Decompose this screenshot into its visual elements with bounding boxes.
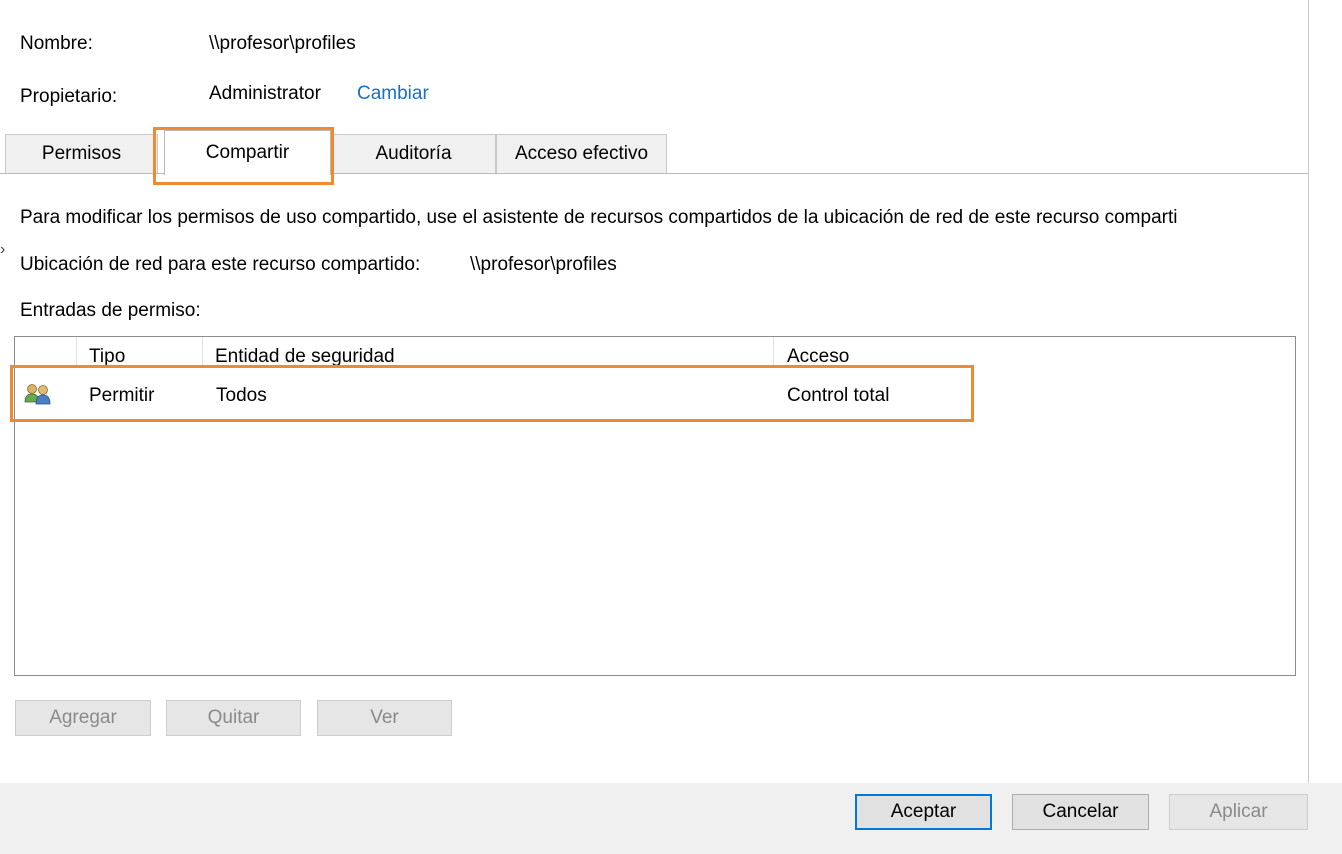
name-value: \\profesor\profiles: [209, 33, 356, 54]
column-separator: [76, 337, 77, 367]
column-separator: [202, 337, 203, 367]
column-separator: [773, 337, 774, 367]
tab-label: Permisos: [41, 143, 122, 164]
share-info-text: Para modificar los permisos de uso compa…: [20, 207, 1178, 228]
tab-auditoria[interactable]: Auditoría: [331, 134, 496, 173]
cancel-button[interactable]: Cancelar: [1012, 794, 1149, 830]
view-button[interactable]: Ver: [317, 700, 452, 736]
tab-highlight-box: [153, 127, 334, 185]
permission-entries-label: Entradas de permiso:: [20, 300, 201, 321]
network-location-value: \\profesor\profiles: [470, 254, 617, 275]
dialog-right-border: [1308, 0, 1309, 783]
network-location-label: Ubicación de red para este recurso compa…: [20, 254, 421, 275]
owner-label: Propietario:: [20, 86, 118, 107]
owner-value: Administrator: [209, 83, 321, 104]
remove-button[interactable]: Quitar: [166, 700, 301, 736]
cursor-artifact: ›: [0, 241, 6, 258]
add-button[interactable]: Agregar: [15, 700, 151, 736]
tab-permisos[interactable]: Permisos: [5, 134, 158, 173]
tab-label: Auditoría: [375, 143, 452, 164]
tab-label: Acceso efectivo: [514, 143, 649, 164]
apply-button[interactable]: Aplicar: [1169, 794, 1308, 830]
name-label: Nombre:: [20, 33, 93, 54]
ok-button[interactable]: Aceptar: [855, 794, 992, 830]
tab-acceso-efectivo[interactable]: Acceso efectivo: [496, 134, 667, 173]
change-owner-link[interactable]: Cambiar: [357, 83, 429, 105]
row-highlight-box: [10, 365, 974, 422]
